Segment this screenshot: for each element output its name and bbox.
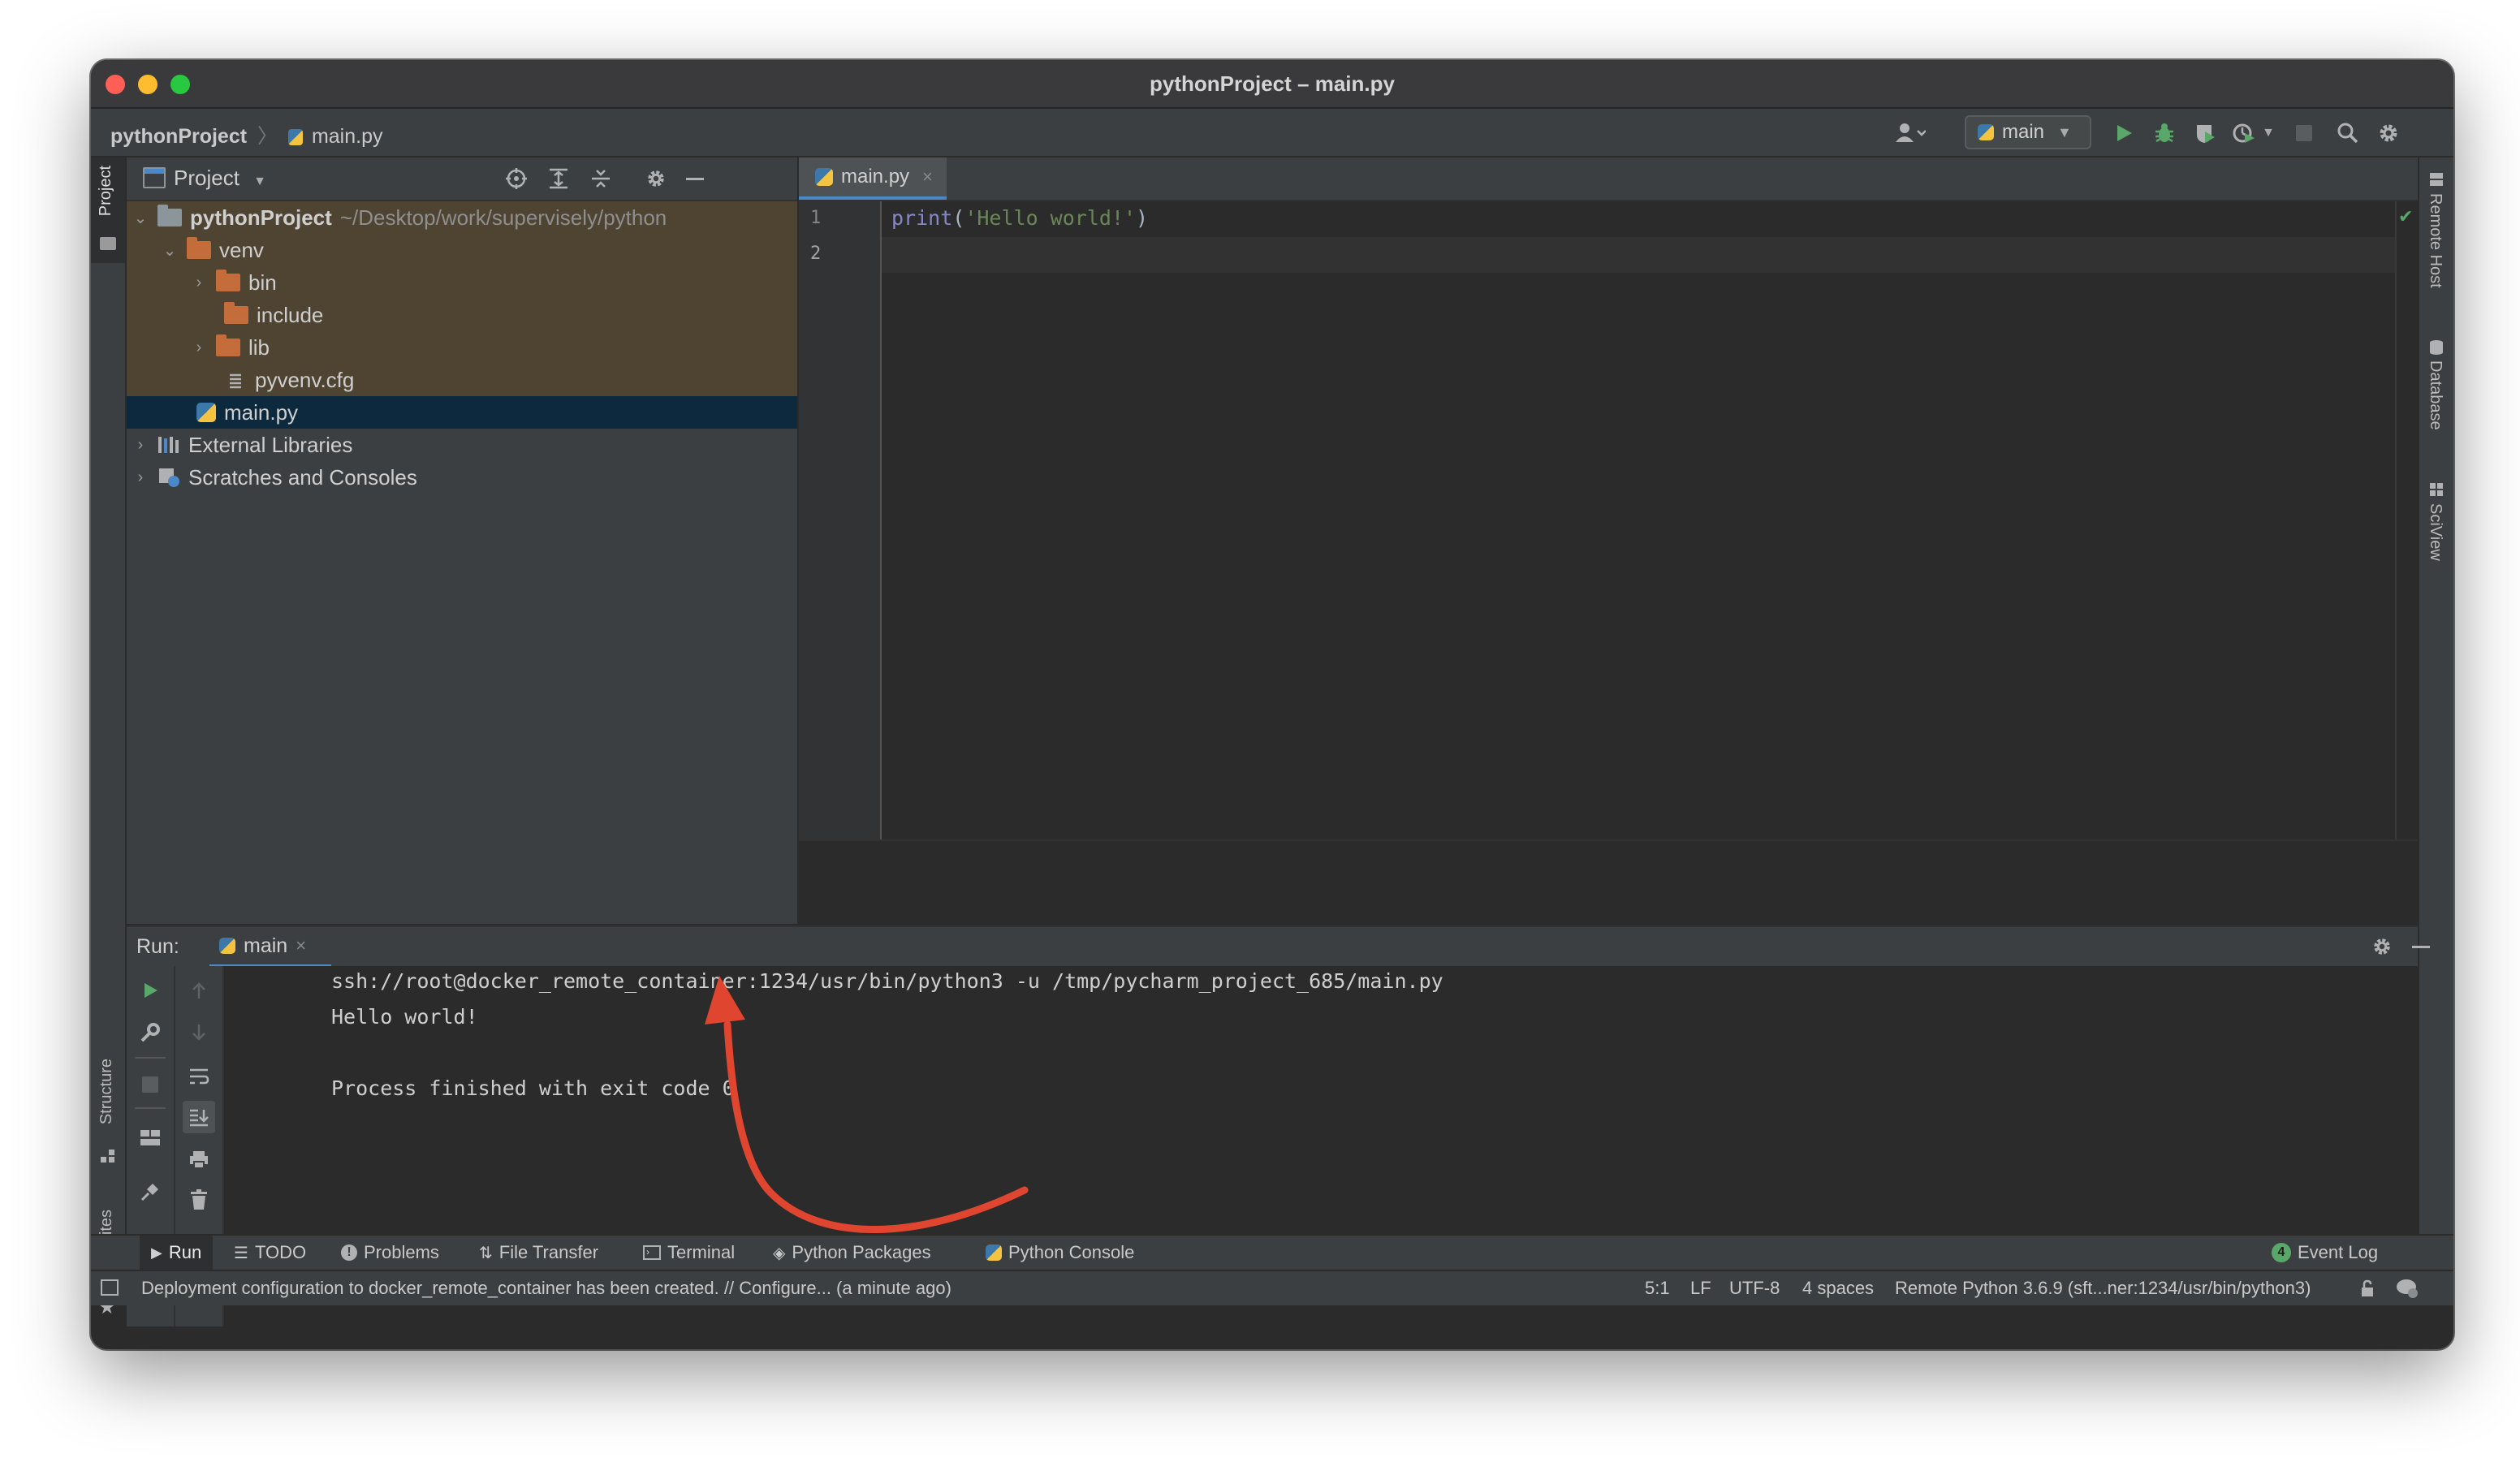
annotation-arrow <box>705 976 1029 1233</box>
